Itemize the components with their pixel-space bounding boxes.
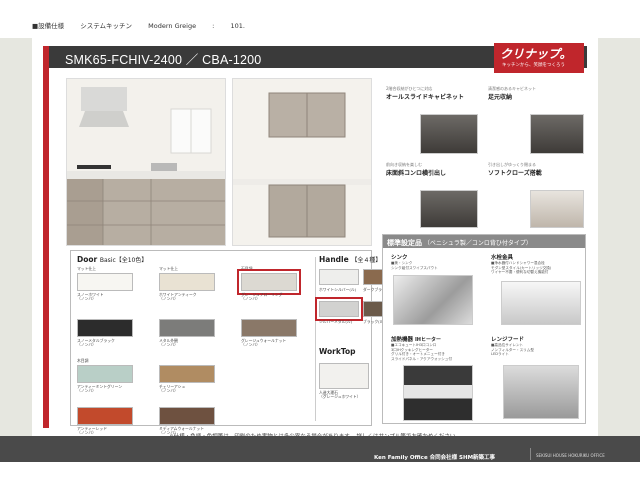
kitchen-illustration (67, 79, 225, 245)
sink-desc-2: シンク組付スワイプスパウト (391, 265, 438, 270)
spec-sheet: SMK65-FCHIV-2400 ／ CBA-1200 クリナップ。 キッチンか… (32, 38, 598, 440)
door-swatch[interactable] (159, 365, 215, 383)
feature-photo (530, 190, 584, 228)
hob-desc-4: スライドパネル・アクアウォッシュ付 (391, 356, 452, 361)
logo-tagline: キッチンから、笑顔をつくろう (502, 63, 565, 68)
handle-subtitle: 【全４種】 (351, 257, 382, 264)
feature-photo (530, 114, 584, 154)
worktop-label: 人造大理石 （グレージュホワイト） (319, 390, 361, 400)
standard-banner: 標準設定品 （ベニシュラ製／コンロ背ひ付タイプ） (383, 235, 585, 248)
door-swatch[interactable] (159, 319, 215, 337)
breadcrumb-category: システムキッチン (80, 22, 133, 30)
door-swatch[interactable] (237, 269, 301, 295)
door-swatch-label: グレージュウォールナット （ノンバ） (241, 338, 287, 348)
kitchen-photo (66, 78, 226, 246)
hood-desc-3: LEDライト (491, 352, 509, 357)
footer-company: Ken Family Office 合同会社様 SHM新築工事 (374, 455, 496, 461)
door-swatch-group-label: マット仕上 (159, 266, 178, 271)
right-margin (598, 38, 640, 436)
bottom-strip (0, 462, 640, 480)
door-swatch-label: スノーホワイト （ノンバ） (77, 292, 104, 302)
cupboard-photo (232, 78, 372, 246)
sink-photo (393, 275, 473, 325)
page: ■設備仕様 システムキッチン Modern Greige : 101. SMK6… (0, 0, 640, 480)
door-swatch-group-label: マット仕上 (77, 266, 96, 271)
door-swatch[interactable] (159, 273, 215, 291)
panel-divider (315, 257, 316, 421)
top-bar: ■設備仕様 システムキッチン Modern Greige : 101. (0, 0, 640, 38)
color-options-panel: Door Basic【全10色】 マット仕上スノーホワイト （ノンバ） マット仕上… (70, 250, 403, 435)
accent-bar (43, 46, 49, 428)
door-swatch-label: スノーメタルブラック （ノンバ） (77, 338, 115, 348)
faucet-photo (501, 281, 581, 325)
feature-title: 足元収納 (488, 94, 513, 101)
door-swatch[interactable] (159, 407, 215, 425)
feature-all-slide: 2階合収納がひとつに対応 オールスライドキャビネット (386, 86, 482, 154)
logo-brand: クリナップ。 (500, 47, 572, 61)
footer-separator (530, 448, 531, 460)
sink-desc: ■美・シンク シンク組付スワイプスパウト (391, 261, 438, 270)
cupboard-illustration (233, 79, 371, 245)
hood-photo (503, 365, 579, 419)
handle-heading: Handle 【全４種】 (319, 255, 381, 264)
handle-swatch-label: ホワイトシルバー(ル) (319, 287, 357, 292)
hob-desc: ■エコキュートIH3口コンロ 3口IHクッキングヒーター グリル付き・オートメニ… (391, 343, 452, 361)
faucet-label: 水栓金具 (491, 255, 514, 261)
breadcrumb-page: 101. (230, 22, 245, 30)
breadcrumb-separator: : (212, 22, 215, 30)
standard-equipment-panel: 標準設定品 （ベニシュラ製／コンロ背ひ付タイプ） シンク ■美・シンク シンク組… (382, 234, 586, 424)
cleanup-logo: クリナップ。 キッチンから、笑顔をつくろう (494, 43, 584, 73)
door-heading: Door Basic【全10色】 (77, 255, 147, 264)
door-title: Door (77, 255, 98, 264)
feature-title: ソフトクローズ搭載 (488, 170, 542, 177)
door-swatch-label: チェリーアシュ （ノンバ） (159, 384, 186, 394)
handle-swatch[interactable] (315, 297, 363, 321)
door-swatch[interactable] (241, 319, 297, 337)
hob-label: 加熱機器 IHヒーター (391, 335, 441, 343)
door-swatch-label: グレージュフローリング （ノンバ） (241, 292, 283, 302)
footer: Ken Family Office 合同会社様 SHM新築工事 SEKISUI … (0, 436, 640, 462)
breadcrumb-section: ■設備仕様 (32, 22, 65, 30)
door-swatch[interactable] (77, 365, 133, 383)
hood-label: レンジフード (491, 337, 525, 343)
standard-subtitle: （ベニシュラ製／コンロ背ひ付タイプ） (423, 240, 532, 247)
handle-swatch-label: シルバーメタル(ル) (319, 319, 353, 324)
hob-photo (403, 365, 473, 421)
model-title: SMK65-FCHIV-2400 ／ CBA-1200 (65, 53, 262, 67)
door-swatch-group-label: 石目調 (241, 266, 253, 271)
faucet-desc: ■浄水器付ハンドシャワー混合栓 モダン型スタイル(カートリッジ交換) ワイヤー不… (491, 261, 551, 275)
standard-title: 標準設定品 (387, 239, 422, 247)
footer-partner: SEKISUI HOUSE HOKURIKU OFFICE (536, 453, 605, 458)
feature-foot-storage: 清潔感のあるキャビネット 足元収納 (488, 86, 588, 154)
feature-drawer: 前向き収納を楽しむ 床面斜コンロ横引出し (386, 162, 482, 228)
feature-title: 床面斜コンロ横引出し (386, 170, 447, 177)
faucet-desc-1: ■浄水器付ハンドシャワー混合栓 (491, 261, 545, 265)
worktop-swatch[interactable] (319, 363, 369, 389)
faucet-desc-3: ワイヤー不要・便利な切替え機能付 (491, 270, 549, 275)
feature-soft-close: 引き出しがゆっくり閉まる ソフトクローズ搭載 (488, 162, 588, 228)
sink-label: シンク (391, 255, 408, 261)
feature-photo (420, 190, 478, 228)
breadcrumb-style: Modern Greige (148, 22, 197, 30)
breadcrumb: ■設備仕様 システムキッチン Modern Greige : 101. (32, 20, 259, 30)
door-swatch[interactable] (77, 407, 133, 425)
door-swatch-label: メタル外観 （ノンバ） (159, 338, 178, 348)
left-margin (0, 38, 32, 436)
door-swatch[interactable] (77, 319, 133, 337)
feature-photo (420, 114, 478, 154)
hood-desc: ■高品位サイレント ノンフィルター・スリム型 LEDライト (491, 343, 534, 357)
door-swatch-group-label: 木目調 (77, 358, 89, 363)
door-swatch-label: ホワイトアンティーク （ノンバ） (159, 292, 197, 302)
worktop-heading: WorkTop (319, 347, 356, 356)
door-swatch-label: アンティーミントグリーン （ノンバ） (77, 384, 122, 394)
door-subtitle: Basic【全10色】 (99, 257, 148, 264)
door-swatch[interactable] (77, 273, 133, 291)
feature-title: オールスライドキャビネット (386, 94, 465, 101)
handle-swatch[interactable] (319, 269, 359, 285)
handle-title: Handle (319, 255, 349, 264)
